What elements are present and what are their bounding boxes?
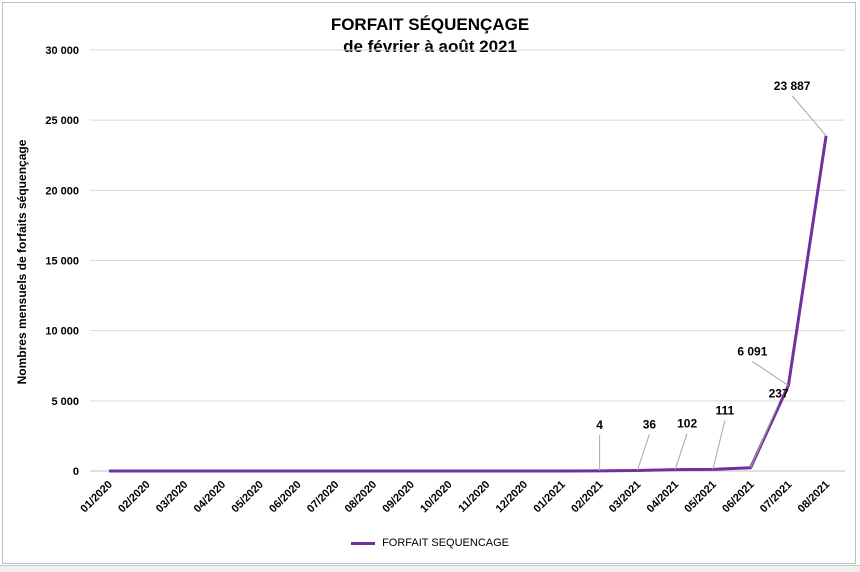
x-tick-label: 07/2021 [758,479,795,516]
x-tick-label: 01/2020 [78,479,115,516]
x-tick-label: 05/2020 [229,479,266,516]
data-label-leader [752,361,789,386]
data-label: 237 [769,387,789,401]
x-tick-label: 01/2021 [531,479,568,516]
data-label-leader [712,420,726,470]
series-line [108,135,828,473]
legend-swatch [351,541,375,545]
x-tick-label: 06/2020 [267,479,304,516]
x-tick-label: 04/2021 [645,479,682,516]
y-tick-label: 5 000 [51,396,79,408]
x-tick-label: 03/2021 [607,479,644,516]
data-label: 6 091 [737,345,767,359]
data-label: 102 [677,417,697,431]
x-tick-label: 03/2020 [154,479,191,516]
data-label-leader [750,403,780,468]
data-label-leader [636,434,650,471]
x-tick-label: 08/2021 [796,479,833,516]
x-tick-label: 10/2020 [418,479,455,516]
x-tick-label: 05/2021 [682,479,719,516]
x-tick-label: 09/2020 [380,479,417,516]
x-tick-label: 02/2021 [569,479,606,516]
y-tick-label: 0 [73,466,79,478]
y-tick-label: 20 000 [45,185,79,197]
y-tick-label: 25 000 [45,115,79,127]
legend-label: FORFAIT SEQUENCAGE [382,537,509,550]
y-tick-label: 15 000 [45,256,79,268]
legend: FORFAIT SEQUENCAGE [0,537,860,549]
data-label: 23 887 [774,79,811,93]
x-tick-label: 04/2020 [192,479,229,516]
data-label: 36 [643,417,657,431]
x-tick-label: 07/2020 [305,479,342,516]
y-tick-label: 10 000 [45,326,79,338]
data-label-leader [674,433,688,470]
x-tick-label: 11/2020 [456,479,492,515]
x-tick-label: 12/2020 [494,479,531,516]
x-tick-label: 08/2020 [343,479,380,516]
x-tick-label: 02/2020 [116,479,153,516]
x-tick-label: 06/2021 [720,479,757,516]
line-chart: 0 5 000 10 000 15 000 20 000 25 000 30 000 01/2… [45,45,845,516]
data-label-leader [791,95,827,137]
data-label: 4 [596,418,603,432]
data-label: 111 [716,403,735,417]
y-tick-label: 30 000 [45,45,79,57]
